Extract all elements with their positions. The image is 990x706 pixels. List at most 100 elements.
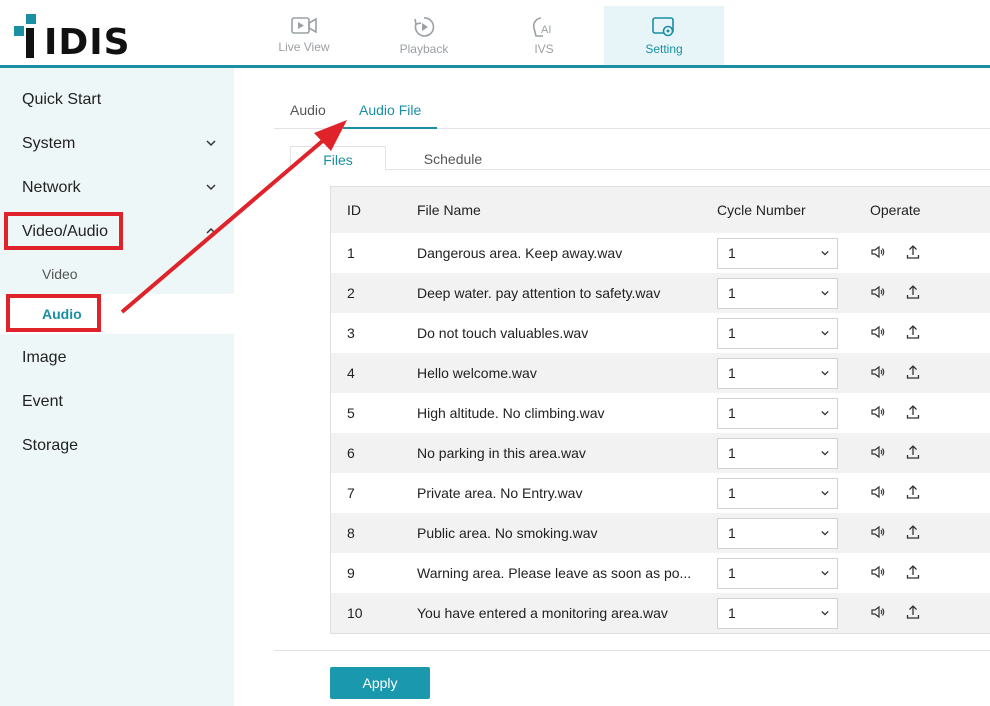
speaker-icon[interactable] (870, 524, 886, 540)
row-id: 9 (347, 565, 355, 581)
playback-icon (414, 17, 435, 37)
cycle-number-select[interactable]: 1 (717, 518, 838, 549)
upload-icon[interactable] (905, 604, 921, 620)
nav-label: IVS (534, 42, 554, 56)
tab-audio-file[interactable]: Audio File (343, 96, 438, 129)
nav-live-view[interactable]: Live View (244, 6, 364, 66)
apply-button[interactable]: Apply (330, 667, 430, 699)
upload-icon[interactable] (905, 404, 921, 420)
nav-setting[interactable]: Setting (604, 6, 724, 66)
row-id: 10 (347, 605, 363, 621)
row-id: 8 (347, 525, 355, 541)
row-file-name: No parking in this area.wav (417, 445, 586, 461)
speaker-icon[interactable] (870, 284, 886, 300)
cycle-number-select[interactable]: 1 (717, 478, 838, 509)
tab-audio[interactable]: Audio (274, 96, 342, 129)
chevron-down-icon (821, 490, 829, 496)
speaker-icon[interactable] (870, 404, 886, 420)
sidebar-subitem-video[interactable]: Video (0, 254, 234, 294)
cycle-number-select[interactable]: 1 (717, 558, 838, 589)
cycle-number-value: 1 (728, 285, 736, 301)
header-file-name: File Name (417, 202, 481, 218)
chevron-down-icon (821, 530, 829, 536)
chevron-down-icon (821, 290, 829, 296)
sidebar-item-storage[interactable]: Storage (0, 424, 234, 468)
table-row: 3 Do not touch valuables.wav 1 (331, 313, 990, 353)
cycle-number-value: 1 (728, 405, 736, 421)
upload-icon[interactable] (905, 324, 921, 340)
sidebar-item-label: Storage (22, 437, 79, 454)
table-row: 4 Hello welcome.wav 1 (331, 353, 990, 393)
chevron-down-icon (821, 410, 829, 416)
upload-icon[interactable] (905, 564, 921, 580)
row-file-name: Dangerous area. Keep away.wav (417, 245, 623, 261)
speaker-icon[interactable] (870, 564, 886, 580)
video-icon (291, 17, 317, 34)
cycle-number-select[interactable]: 1 (717, 438, 838, 469)
sidebar-item-label: Network (22, 179, 81, 196)
chevron-up-icon (206, 227, 216, 234)
cycle-number-value: 1 (728, 485, 736, 501)
sidebar-item-label: Video (42, 266, 78, 282)
upload-icon[interactable] (905, 244, 921, 260)
table-row: 7 Private area. No Entry.wav 1 (331, 473, 990, 513)
row-id: 7 (347, 485, 355, 501)
footer-divider (274, 650, 990, 651)
nav-playback[interactable]: Playback (364, 6, 484, 66)
tab-schedule[interactable]: Schedule (408, 146, 498, 171)
sidebar-item-image[interactable]: Image (0, 336, 234, 380)
nav-ivs[interactable]: AI IVS (484, 6, 604, 66)
svg-text:AI: AI (541, 24, 551, 36)
audio-file-subtabs: Files Schedule (290, 146, 990, 171)
sidebar-item-event[interactable]: Event (0, 380, 234, 424)
logo-mark-icon (14, 14, 36, 58)
speaker-icon[interactable] (870, 484, 886, 500)
table-row: 1 Dangerous area. Keep away.wav 1 (331, 233, 990, 273)
cycle-number-select[interactable]: 1 (717, 238, 838, 269)
cycle-number-value: 1 (728, 605, 736, 621)
row-file-name: Private area. No Entry.wav (417, 485, 583, 501)
sidebar-item-label: Quick Start (22, 91, 102, 108)
sidebar-item-system[interactable]: System (0, 122, 234, 166)
header-cycle-number: Cycle Number (717, 202, 806, 218)
cycle-number-select[interactable]: 1 (717, 278, 838, 309)
highlight-box-audio (6, 294, 101, 332)
idis-logo: IDIS (14, 14, 130, 63)
upload-icon[interactable] (905, 284, 921, 300)
sidebar-item-network[interactable]: Network (0, 166, 234, 210)
chevron-down-icon (821, 610, 829, 616)
sidebar-item-quick-start[interactable]: Quick Start (0, 78, 234, 122)
tab-files[interactable]: Files (290, 146, 386, 171)
upload-icon[interactable] (905, 444, 921, 460)
chevron-down-icon (821, 570, 829, 576)
nav-label: Setting (645, 42, 683, 56)
chevron-down-icon (821, 330, 829, 336)
audio-tabs: Audio Audio File (274, 96, 990, 129)
speaker-icon[interactable] (870, 244, 886, 260)
sidebar-item-label: Image (22, 349, 67, 366)
cycle-number-select[interactable]: 1 (717, 358, 838, 389)
sidebar-item-label: Event (22, 393, 63, 410)
upload-icon[interactable] (905, 484, 921, 500)
row-file-name: Hello welcome.wav (417, 365, 537, 381)
speaker-icon[interactable] (870, 444, 886, 460)
row-file-name: Do not touch valuables.wav (417, 325, 589, 341)
table-row: 9 Warning area. Please leave as soon as p… (331, 553, 990, 593)
table-header: ID File Name Cycle Number Operate (331, 187, 990, 233)
row-id: 6 (347, 445, 355, 461)
row-id: 1 (347, 245, 355, 261)
nav-label: Playback (399, 42, 449, 56)
upload-icon[interactable] (905, 364, 921, 380)
speaker-icon[interactable] (870, 604, 886, 620)
table-row: 5 High altitude. No climbing.wav 1 (331, 393, 990, 433)
chevron-down-icon (821, 250, 829, 256)
speaker-icon[interactable] (870, 364, 886, 380)
speaker-icon[interactable] (870, 324, 886, 340)
header-operate: Operate (870, 202, 921, 218)
cycle-number-select[interactable]: 1 (717, 398, 838, 429)
cycle-number-select[interactable]: 1 (717, 598, 838, 629)
upload-icon[interactable] (905, 524, 921, 540)
table-row: 6 No parking in this area.wav 1 (331, 433, 990, 473)
cycle-number-select[interactable]: 1 (717, 318, 838, 349)
ai-icon: AI (532, 17, 551, 37)
